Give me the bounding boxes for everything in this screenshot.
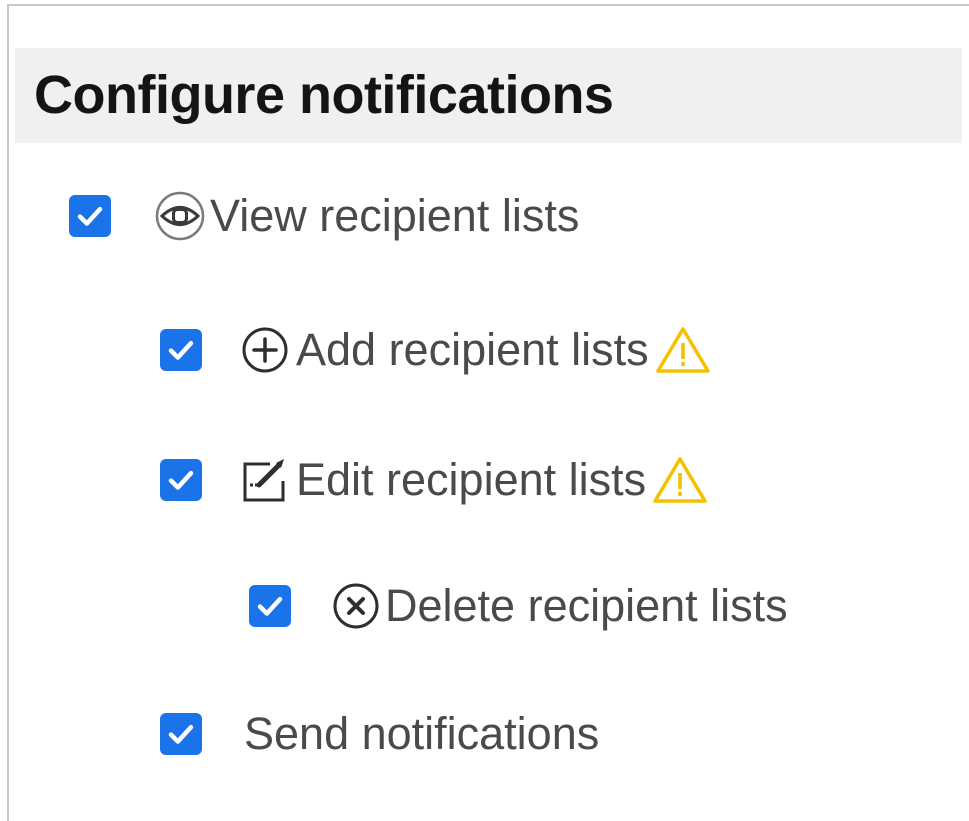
permission-row-delete: Delete recipient lists bbox=[249, 576, 788, 636]
send-notifications-checkbox[interactable] bbox=[160, 713, 202, 755]
edit-recipient-lists-checkbox[interactable] bbox=[160, 459, 202, 501]
warning-icon bbox=[652, 455, 708, 505]
section-title: Configure notifications bbox=[34, 65, 614, 125]
warning-icon bbox=[655, 325, 711, 375]
edit-icon bbox=[240, 455, 290, 505]
permission-row-edit: Edit recipient lists bbox=[160, 450, 708, 510]
permission-label: Add recipient lists bbox=[296, 324, 649, 375]
permission-label: View recipient lists bbox=[210, 190, 580, 241]
add-recipient-lists-checkbox[interactable] bbox=[160, 329, 202, 371]
eye-icon bbox=[154, 190, 206, 242]
permission-label: Delete recipient lists bbox=[385, 580, 788, 631]
permission-row-add: Add recipient lists bbox=[160, 320, 711, 380]
view-recipient-lists-checkbox[interactable] bbox=[69, 195, 111, 237]
delete-recipient-lists-checkbox[interactable] bbox=[249, 585, 291, 627]
permission-label: Send notifications bbox=[244, 708, 600, 759]
permission-label: Edit recipient lists bbox=[296, 454, 647, 505]
permission-row-view: View recipient lists bbox=[69, 186, 579, 246]
plus-circle-icon bbox=[240, 325, 290, 375]
permission-row-send: Send notifications bbox=[160, 704, 599, 764]
x-circle-icon bbox=[331, 581, 381, 631]
